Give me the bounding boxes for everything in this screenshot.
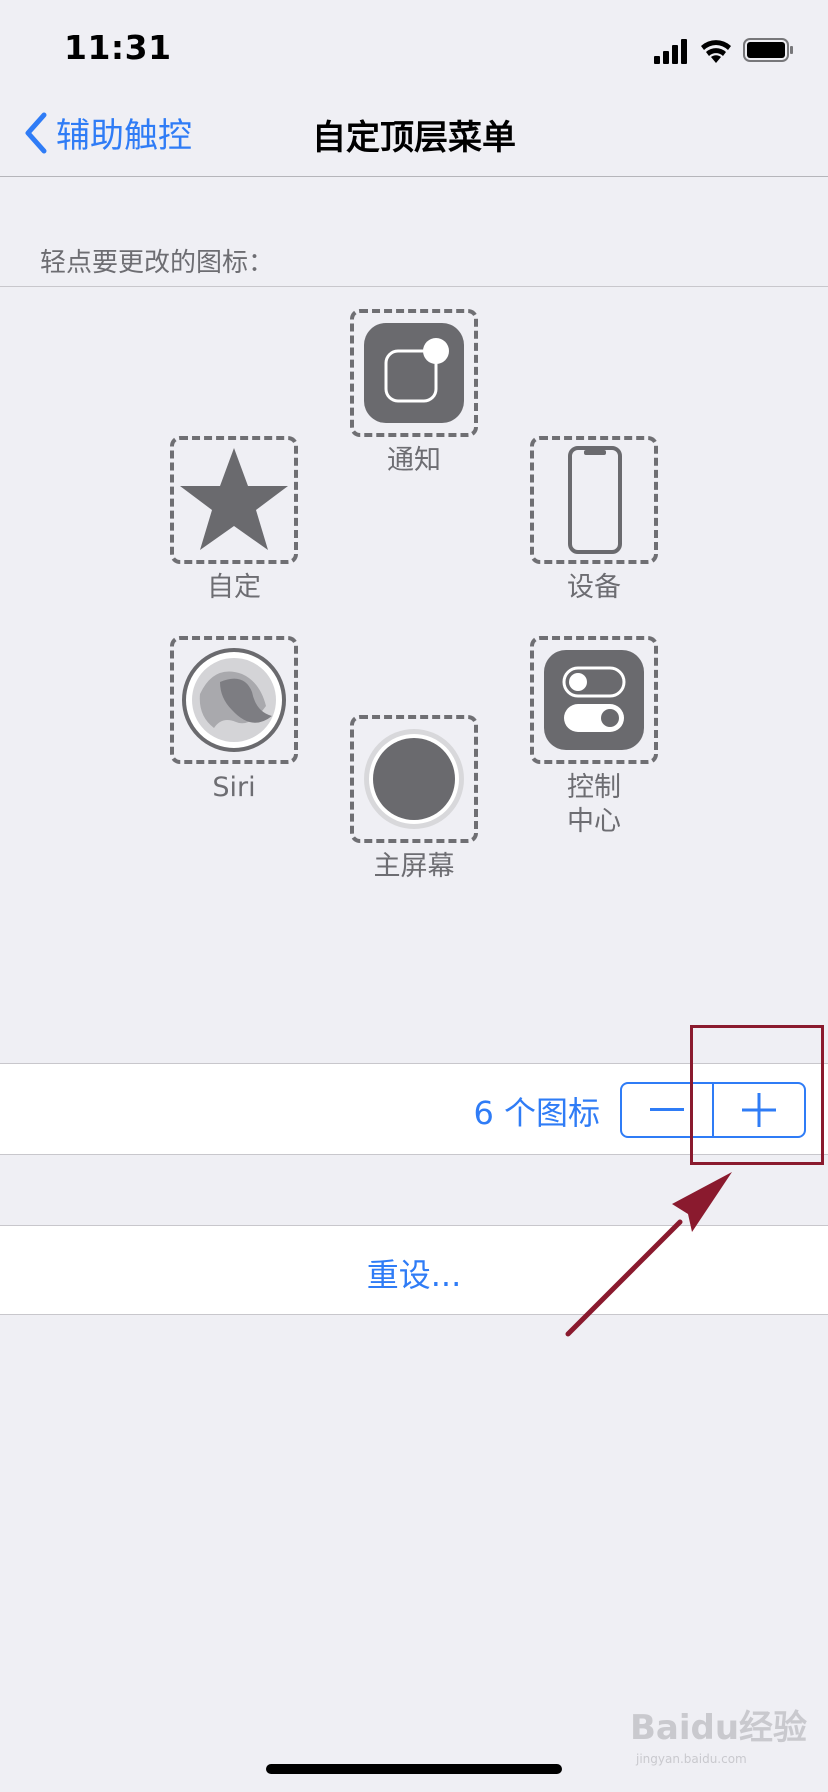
- phone-icon: [568, 446, 622, 554]
- status-icons: [654, 38, 793, 64]
- status-time: 11:31: [64, 28, 172, 67]
- battery-icon: [743, 38, 793, 62]
- annotation-highlight-box: [690, 1025, 824, 1165]
- icon-label-custom: 自定: [207, 572, 261, 603]
- navigation-bar: 自定顶层菜单 辅助触控: [0, 84, 828, 177]
- icon-slot-custom[interactable]: [170, 436, 298, 564]
- icon-label-control-center: 控制 中心: [567, 772, 621, 837]
- divider: [0, 286, 828, 287]
- watermark-url: jingyan.baidu.com: [636, 1752, 747, 1766]
- icon-slot-home[interactable]: [350, 715, 478, 843]
- siri-icon: [182, 648, 286, 752]
- icon-label-notification: 通知: [387, 445, 441, 476]
- icon-slot-notification[interactable]: [350, 309, 478, 437]
- icon-label-siri: Siri: [212, 772, 256, 803]
- back-button[interactable]: 辅助触控: [22, 108, 192, 157]
- back-label: 辅助触控: [56, 116, 192, 156]
- icon-slot-control-center[interactable]: [530, 636, 658, 764]
- icon-label-home: 主屏幕: [373, 851, 455, 882]
- icon-slot-siri[interactable]: [170, 636, 298, 764]
- star-icon: [180, 448, 288, 550]
- icon-slot-device[interactable]: [530, 436, 658, 564]
- chevron-left-icon: [25, 112, 47, 153]
- minus-icon: [650, 1108, 684, 1111]
- section-header: 轻点要更改的图标：: [40, 248, 275, 278]
- annotation-arrow-icon: [565, 1172, 732, 1337]
- icon-count-label: 6 个图标: [473, 1094, 600, 1132]
- wifi-icon: [701, 40, 731, 63]
- notification-icon: [364, 323, 464, 423]
- home-indicator[interactable]: [266, 1764, 562, 1774]
- toggle-icon: [544, 650, 644, 750]
- signal-icon: [654, 39, 687, 64]
- home-button-icon: [364, 729, 464, 829]
- icon-label-device: 设备: [567, 572, 621, 603]
- watermark: Baidu经验: [630, 1708, 808, 1748]
